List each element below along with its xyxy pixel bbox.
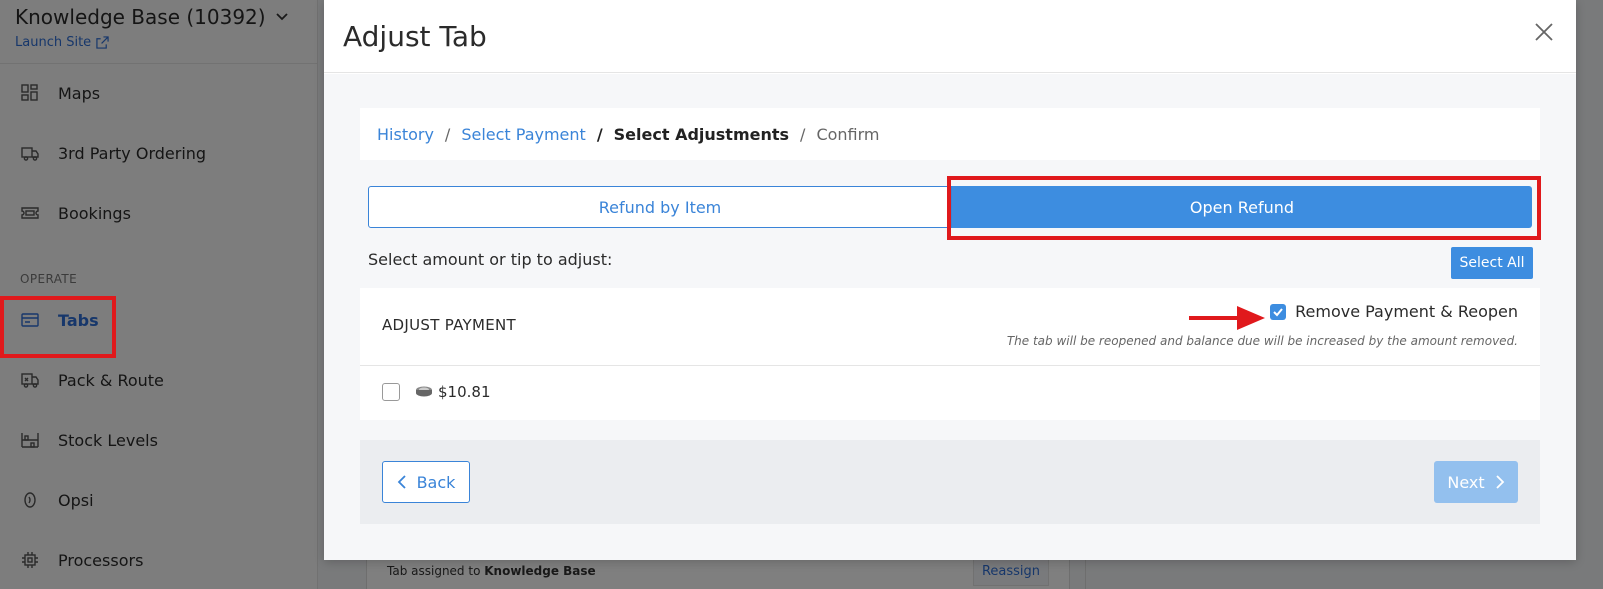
modal-body: History / Select Payment / Select Adjust… xyxy=(324,74,1576,560)
annotation-box-open-refund xyxy=(947,176,1541,240)
breadcrumb-select-adjustments: Select Adjustments xyxy=(613,124,790,144)
modal-footer: Back Next xyxy=(360,440,1540,524)
back-button[interactable]: Back xyxy=(382,461,470,503)
select-all-button[interactable]: Select All xyxy=(1451,247,1533,279)
remove-payment-note: The tab will be reopened and balance due… xyxy=(1006,334,1518,348)
checkmark-icon xyxy=(1273,307,1283,316)
payment-amount: $10.81 xyxy=(414,383,491,401)
annotation-box-tabs xyxy=(0,296,116,358)
breadcrumb-confirm: Confirm xyxy=(816,124,880,144)
back-button-label: Back xyxy=(416,472,456,492)
breadcrumb-separator: / xyxy=(444,124,451,144)
breadcrumb-separator: / xyxy=(596,124,603,144)
modal-header: Adjust Tab xyxy=(324,0,1576,73)
tab-refund-by-item[interactable]: Refund by Item xyxy=(368,186,952,228)
close-icon[interactable] xyxy=(1532,20,1556,44)
payment-row: $10.81 xyxy=(360,366,1540,418)
next-button-label: Next xyxy=(1447,472,1485,492)
adjust-payment-title: ADJUST PAYMENT xyxy=(382,316,517,334)
remove-payment-label: Remove Payment & Reopen xyxy=(1295,302,1518,321)
select-amount-label: Select amount or tip to adjust: xyxy=(368,250,613,269)
breadcrumb-select-payment[interactable]: Select Payment xyxy=(461,125,586,144)
remove-payment-option: Remove Payment & Reopen xyxy=(1270,302,1518,321)
next-button[interactable]: Next xyxy=(1434,461,1518,503)
payment-amount-value: $10.81 xyxy=(438,383,491,401)
breadcrumb-history[interactable]: History xyxy=(377,125,434,144)
adjust-tab-modal: Adjust Tab History / Select Payment / Se… xyxy=(324,0,1576,560)
cash-icon xyxy=(416,386,432,397)
breadcrumb: History / Select Payment / Select Adjust… xyxy=(360,108,1540,160)
chevron-right-icon xyxy=(1496,475,1504,489)
modal-title: Adjust Tab xyxy=(343,19,487,53)
breadcrumb-separator: / xyxy=(800,124,806,144)
annotation-arrow-icon xyxy=(1189,306,1265,330)
chevron-left-icon xyxy=(397,475,406,489)
adjust-payment-panel: ADJUST PAYMENT Remove Payment & Reopen T… xyxy=(360,288,1540,420)
remove-payment-checkbox[interactable] xyxy=(1270,303,1287,320)
payment-checkbox[interactable] xyxy=(382,383,400,401)
adjust-payment-header: ADJUST PAYMENT Remove Payment & Reopen T… xyxy=(360,288,1540,366)
